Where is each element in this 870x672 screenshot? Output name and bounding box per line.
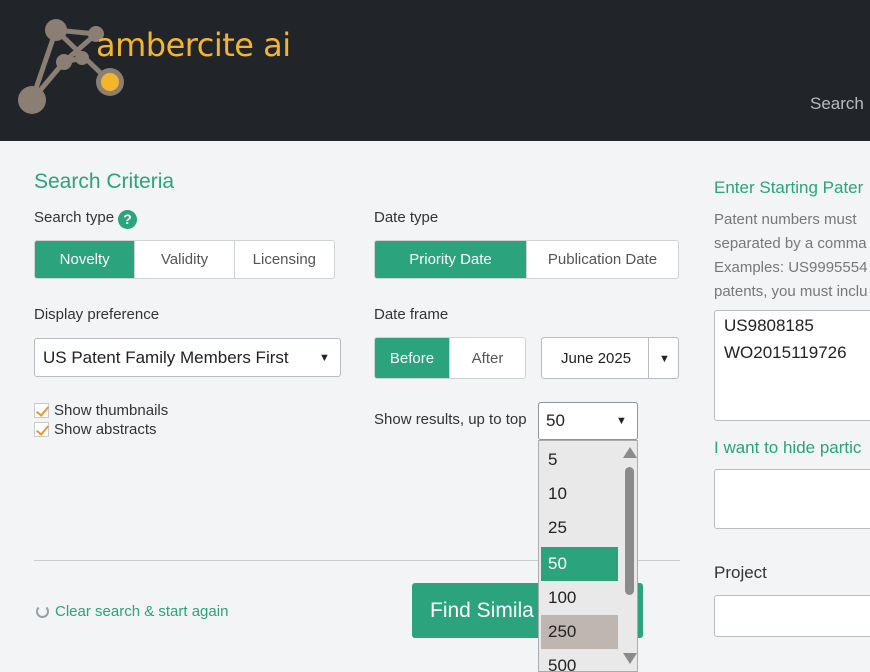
desc-line: patents, you must inclu <box>714 283 868 300</box>
results-option-25[interactable]: 25 <box>541 511 618 545</box>
patent-entry: US9808185 <box>724 316 814 335</box>
results-option-5[interactable]: 5 <box>541 443 618 477</box>
search-type-label-text: Search type <box>34 209 115 226</box>
chevron-down-icon: ▼ <box>319 352 330 364</box>
help-icon[interactable]: ? <box>118 210 138 229</box>
search-type-novelty[interactable]: Novelty <box>35 241 136 278</box>
date-month-picker[interactable]: June 2025 ▼ <box>541 337 679 379</box>
desc-line: Examples: US9995554 <box>714 259 868 276</box>
date-frame-label: Date frame <box>374 306 449 323</box>
show-thumbnails-row[interactable]: Show thumbnails <box>34 402 168 419</box>
search-criteria-title: Search Criteria <box>34 170 175 193</box>
results-option-100[interactable]: 100 <box>541 581 618 615</box>
scroll-thumb[interactable] <box>625 467 634 595</box>
results-option-50[interactable]: 50 <box>541 547 618 581</box>
date-frame-segmented: Before After <box>374 337 526 379</box>
hide-patents-title: I want to hide partic <box>714 438 862 457</box>
results-dropdown-list[interactable]: 5 10 25 50 100 250 500 <box>538 440 638 672</box>
results-option-500[interactable]: 500 <box>541 649 618 671</box>
starting-patents-description: Patent numbers must separated by a comma… <box>714 208 867 304</box>
display-preference-select[interactable]: US Patent Family Members First ▼ <box>34 338 341 377</box>
display-preference-label: Display preference <box>34 306 160 323</box>
show-thumbnails-checkbox[interactable] <box>34 403 49 418</box>
show-results-label: Show results, up to top <box>374 411 527 428</box>
search-type-label: Search type? <box>34 209 138 229</box>
scroll-up-arrow-icon[interactable] <box>623 447 637 458</box>
date-frame-after[interactable]: After <box>450 338 525 378</box>
show-abstracts-label: Show abstracts <box>54 421 157 438</box>
dropdown-scrollbar[interactable] <box>621 441 637 671</box>
show-thumbnails-label: Show thumbnails <box>54 402 169 419</box>
scroll-down-arrow-icon[interactable] <box>623 653 637 664</box>
results-option-250[interactable]: 250 <box>541 615 618 649</box>
show-abstracts-row[interactable]: Show abstracts <box>34 421 157 438</box>
picker-divider <box>648 338 649 378</box>
show-results-select[interactable]: 50 ▼ <box>538 402 638 440</box>
show-results-value: 50 <box>546 411 565 430</box>
date-frame-before[interactable]: Before <box>375 338 450 378</box>
logo-text[interactable]: ambercite ai <box>96 26 291 64</box>
refresh-icon <box>36 605 49 618</box>
hide-patents-textarea[interactable] <box>714 469 870 529</box>
show-abstracts-checkbox[interactable] <box>34 422 49 437</box>
starting-patents-textarea[interactable]: US9808185 WO2015119726 <box>714 310 870 421</box>
date-type-priority[interactable]: Priority Date <box>375 241 527 278</box>
clear-search-text: Clear search & start again <box>55 603 229 620</box>
chevron-down-icon[interactable]: ▼ <box>659 353 670 365</box>
search-type-licensing[interactable]: Licensing <box>235 241 334 278</box>
project-label: Project <box>714 563 767 582</box>
date-month-value: June 2025 <box>561 350 632 367</box>
chevron-down-icon: ▼ <box>616 415 627 427</box>
date-type-segmented: Priority Date Publication Date <box>374 240 679 279</box>
desc-line: separated by a comma <box>714 235 867 252</box>
patent-entry: WO2015119726 <box>724 343 847 362</box>
desc-line: Patent numbers must <box>714 211 857 228</box>
right-panel: Enter Starting Pater Patent numbers must… <box>714 0 870 672</box>
starting-patents-title: Enter Starting Pater <box>714 178 864 197</box>
date-type-label: Date type <box>374 209 439 226</box>
search-type-validity[interactable]: Validity <box>135 241 235 278</box>
date-type-publication[interactable]: Publication Date <box>527 241 678 278</box>
search-type-segmented: Novelty Validity Licensing <box>34 240 335 279</box>
display-preference-value: US Patent Family Members First <box>43 347 289 367</box>
results-option-10[interactable]: 10 <box>541 477 618 511</box>
clear-search-link[interactable]: Clear search & start again <box>36 603 228 620</box>
project-input[interactable] <box>714 595 870 637</box>
